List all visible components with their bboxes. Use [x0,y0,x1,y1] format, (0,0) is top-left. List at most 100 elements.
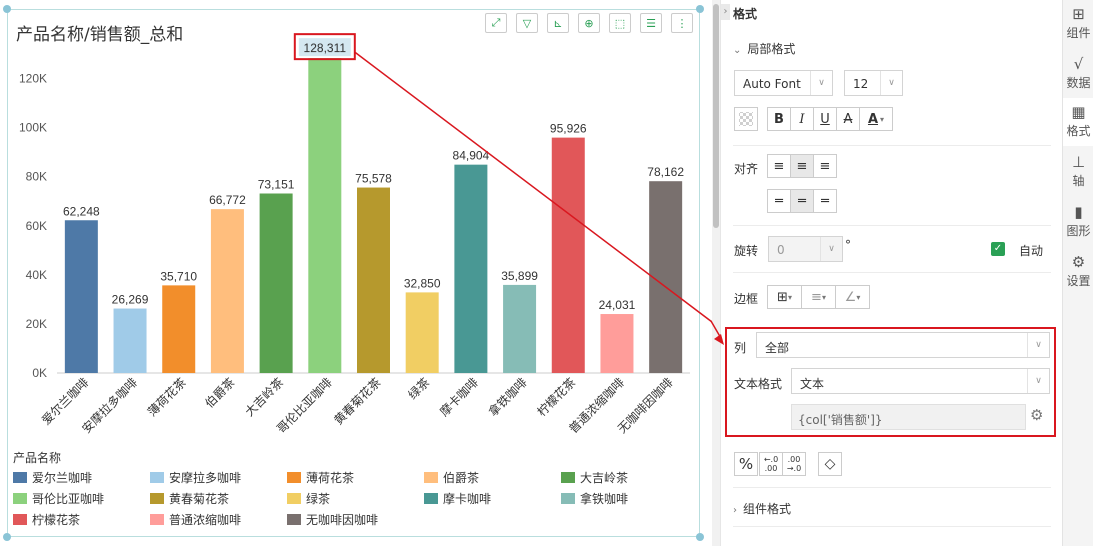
nav-graph[interactable]: ▮ 图形 [1063,198,1093,246]
settings-icon: ⚙ [1071,253,1086,271]
nav-component[interactable]: ⊞ 组件 [1063,0,1093,48]
legend-item[interactable]: 拿铁咖啡 [561,491,698,506]
bar-5[interactable] [308,58,342,374]
legend-item[interactable]: 摩卡咖啡 [424,491,561,506]
legend-item[interactable]: 大吉岭茶 [561,470,698,485]
format-icon: ▦ [1071,103,1086,121]
chevron-down-icon: ∨ [820,237,842,261]
bar-value-label: 95,926 [550,122,587,136]
degree-unit: ° [845,238,851,252]
align-bottom-icon[interactable]: ═ [813,189,837,213]
font-color-button[interactable]: A ▾ [859,107,893,131]
bar-2[interactable] [162,285,196,373]
legend-items: 爱尔兰咖啡 安摩拉多咖啡 薄荷花茶 伯爵茶 大吉岭茶哥伦比亚咖啡 黄春菊花茶 绿茶 摩卡咖啡 拿… [13,470,703,527]
column-select[interactable]: 全部 ∨ [756,332,1050,358]
align-middle-icon[interactable]: ═ [790,189,814,213]
legend-label: 普通浓缩咖啡 [169,513,242,527]
legend-item[interactable]: 无咖啡因咖啡 [287,512,424,527]
legend-label: 摩卡咖啡 [443,492,492,506]
legend-item[interactable]: 哥伦比亚咖啡 [13,491,150,506]
strikethrough-button[interactable]: A [836,107,860,131]
font-family-value: Auto Font [743,77,801,91]
font-size-select[interactable]: 12 ∨ [844,70,903,96]
legend-item[interactable]: 伯爵茶 [424,470,561,485]
legend-label: 薄荷花茶 [306,471,355,485]
nav-settings-label: 设置 [1066,274,1091,288]
bar-8[interactable] [454,164,488,373]
x-tick-label: 拿铁咖啡 [485,375,530,420]
legend-item[interactable]: 安摩拉多咖啡 [150,470,287,485]
border-style-button[interactable]: ⊞ ▾ [767,285,802,309]
bar-0[interactable] [64,220,98,373]
gear-icon[interactable]: ⚙ [1030,406,1043,424]
border-color-button[interactable]: ∠ ▾ [835,285,870,309]
legend-item[interactable]: 黄春菊花茶 [150,491,287,506]
decimal-group: ←.0.00 .00 →.0 [759,452,806,476]
bar-7[interactable] [405,292,439,373]
y-tick-label: 20K [26,317,47,331]
border-line-button[interactable]: ≡ ▾ [801,285,836,309]
legend-swatch [13,514,27,525]
nav-component-label: 组件 [1066,26,1091,40]
increase-decimal-button[interactable]: .00 →.0 [782,452,806,476]
bold-button[interactable]: B [767,107,791,131]
chevron-right-icon: › [733,505,737,516]
font-family-select[interactable]: Auto Font ∨ [734,70,833,96]
background-color-button[interactable] [734,107,758,131]
bar-value-label: 73,151 [258,177,295,191]
bar-1[interactable] [113,308,147,373]
legend-item[interactable]: 薄荷花茶 [287,470,424,485]
bar-9[interactable] [503,284,537,373]
format-panel: › 格式 ⌄ 局部格式 Auto Font ∨ 12 ∨ B I U A A ▾ 对… [720,0,1062,546]
legend-item[interactable]: 柠檬花茶 [13,512,150,527]
collapse-panel-icon[interactable]: › [721,4,730,20]
align-center-icon[interactable]: ≡ [790,154,814,178]
bar-3[interactable] [210,209,244,373]
legend-item[interactable]: 爱尔兰咖啡 [13,470,150,485]
bar-value-label: 26,269 [112,293,149,307]
nav-settings[interactable]: ⚙ 设置 [1063,248,1093,296]
chevron-down-icon: ▾ [787,292,792,302]
underline-button[interactable]: U [813,107,837,131]
border-label: 边框 [734,292,759,306]
border-grid-icon: ⊞ [777,289,788,305]
legend-swatch [561,493,575,504]
component-format-header[interactable]: › 组件格式 [733,500,791,517]
decrease-decimal-button[interactable]: ←.0.00 [759,452,783,476]
bar-10[interactable] [551,137,585,373]
rotate-select[interactable]: 0 ∨ [768,236,843,262]
clear-format-button[interactable]: ◇ [818,452,842,476]
auto-checkbox[interactable]: ✓ [991,242,1005,256]
align-top-icon[interactable]: ═ [767,189,791,213]
local-format-label: 局部格式 [747,42,796,56]
align-left-icon[interactable]: ≡ [767,154,791,178]
bar-value-label: 62,248 [63,204,100,218]
text-format-select[interactable]: 文本 ∨ [791,368,1050,394]
text-format-label: 文本格式 [734,377,783,391]
legend-label: 爱尔兰咖啡 [32,471,93,485]
legend-item[interactable]: 绿茶 [287,491,424,506]
bar-12[interactable] [649,181,683,373]
align-right-icon[interactable]: ≡ [813,154,837,178]
legend-item[interactable]: 普通浓缩咖啡 [150,512,287,527]
italic-button[interactable]: I [790,107,814,131]
bar-6[interactable] [357,187,390,373]
legend-swatch [287,514,301,525]
percent-button[interactable]: % [734,452,758,476]
panel-header: › 格式 [721,0,1063,26]
nav-axis[interactable]: ⊥ 轴 [1063,148,1093,196]
local-format-header[interactable]: ⌄ 局部格式 [733,40,795,57]
legend-label: 柠檬花茶 [32,513,81,527]
chevron-down-icon: ⌄ [733,45,742,56]
nav-format[interactable]: ▦ 格式 [1063,98,1093,146]
chevron-down-icon: ▾ [880,114,885,124]
legend-swatch [150,472,164,483]
bar-4[interactable] [259,193,293,373]
bar-11[interactable] [600,314,634,373]
nav-data[interactable]: √ 数据 [1063,50,1093,98]
text-expression-field[interactable]: {col['销售额']} [791,404,1026,430]
scrollbar-thumb[interactable] [713,4,719,228]
y-tick-label: 100K [19,121,47,135]
vertical-scrollbar[interactable] [712,0,720,546]
bar-value-label: 35,899 [501,269,538,283]
